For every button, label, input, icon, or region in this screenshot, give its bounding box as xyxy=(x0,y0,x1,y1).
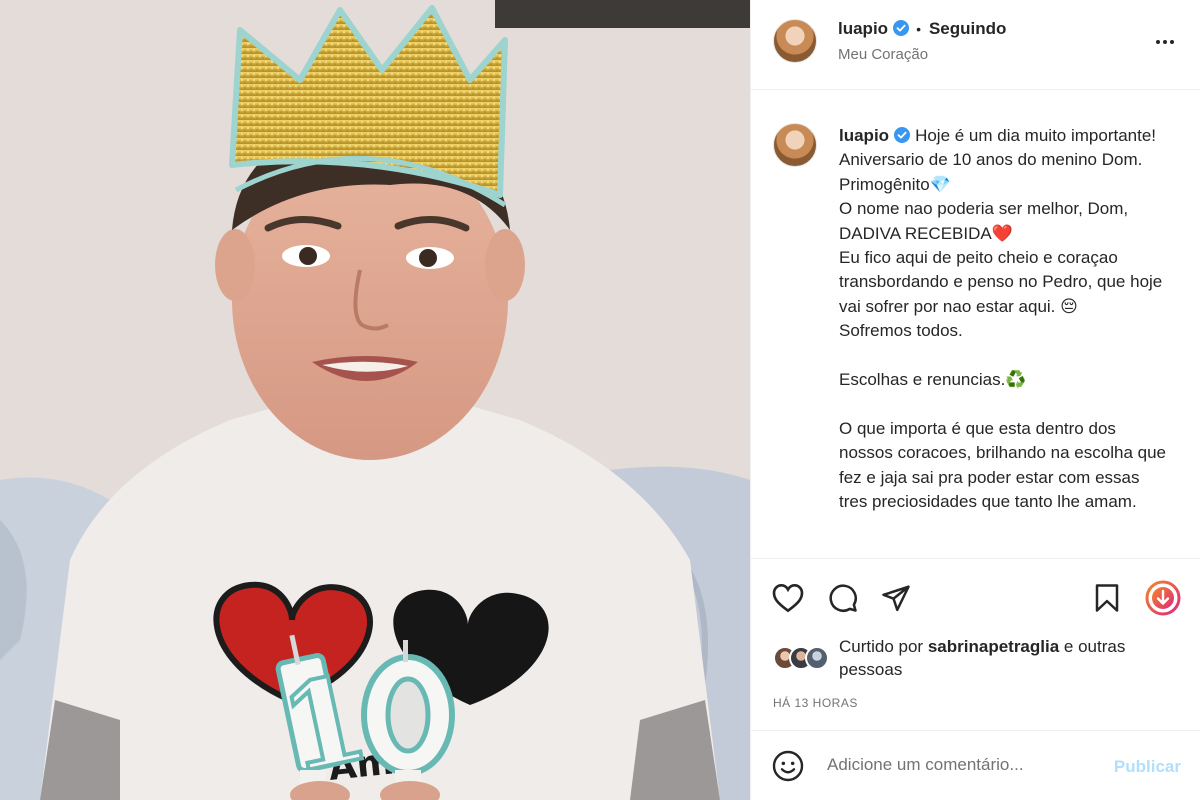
liked-by-prefix: Curtido por xyxy=(839,637,924,656)
separator-dot: • xyxy=(916,21,921,37)
caption-author-avatar[interactable] xyxy=(773,123,817,167)
verified-badge-icon xyxy=(893,20,910,36)
photo-illustration: Amo 1 xyxy=(0,0,750,800)
post-location[interactable]: Meu Coração xyxy=(838,46,928,63)
bookmark-icon[interactable] xyxy=(1090,581,1124,615)
smiley-icon[interactable] xyxy=(771,749,805,783)
author-avatar[interactable] xyxy=(773,19,817,63)
post-actions: Curtido por sabrinapetraglia e outras pe… xyxy=(751,558,1200,730)
comment-input[interactable] xyxy=(827,755,1087,775)
author-line: luapio • Seguindo xyxy=(838,18,1006,41)
post-photo[interactable]: Amo 1 xyxy=(0,0,750,800)
caption-username[interactable]: luapio xyxy=(839,126,889,145)
post-side-panel: luapio • Seguindo Meu Coração luapio Hoje… xyxy=(750,0,1200,800)
post-timestamp[interactable]: HÁ 13 HORAS xyxy=(773,696,858,710)
more-options-icon[interactable] xyxy=(1152,30,1178,56)
liked-by-text: Curtido por sabrinapetraglia e outras pe… xyxy=(839,635,1129,681)
liked-by-row: Curtido por sabrinapetraglia e outras pe… xyxy=(773,635,1129,681)
heart-icon[interactable] xyxy=(771,581,805,615)
share-icon[interactable] xyxy=(879,581,913,615)
post-header: luapio • Seguindo Meu Coração xyxy=(751,0,1200,90)
download-icon[interactable] xyxy=(1144,579,1182,617)
liker-avatar[interactable] xyxy=(805,646,829,670)
verified-badge-icon xyxy=(894,127,911,143)
author-username[interactable]: luapio xyxy=(838,19,888,38)
publish-button[interactable]: Publicar xyxy=(1114,757,1181,777)
liked-by-username[interactable]: sabrinapetraglia xyxy=(928,637,1059,656)
caption-text-block: luapio Hoje é um dia muito importante! A… xyxy=(839,124,1169,515)
caption-text: Hoje é um dia muito importante! Aniversa… xyxy=(839,126,1166,512)
caption-area: luapio Hoje é um dia muito importante! A… xyxy=(751,90,1200,558)
comment-icon[interactable] xyxy=(826,581,860,615)
following-button[interactable]: Seguindo xyxy=(929,19,1006,38)
comment-bar: Publicar xyxy=(751,730,1200,800)
